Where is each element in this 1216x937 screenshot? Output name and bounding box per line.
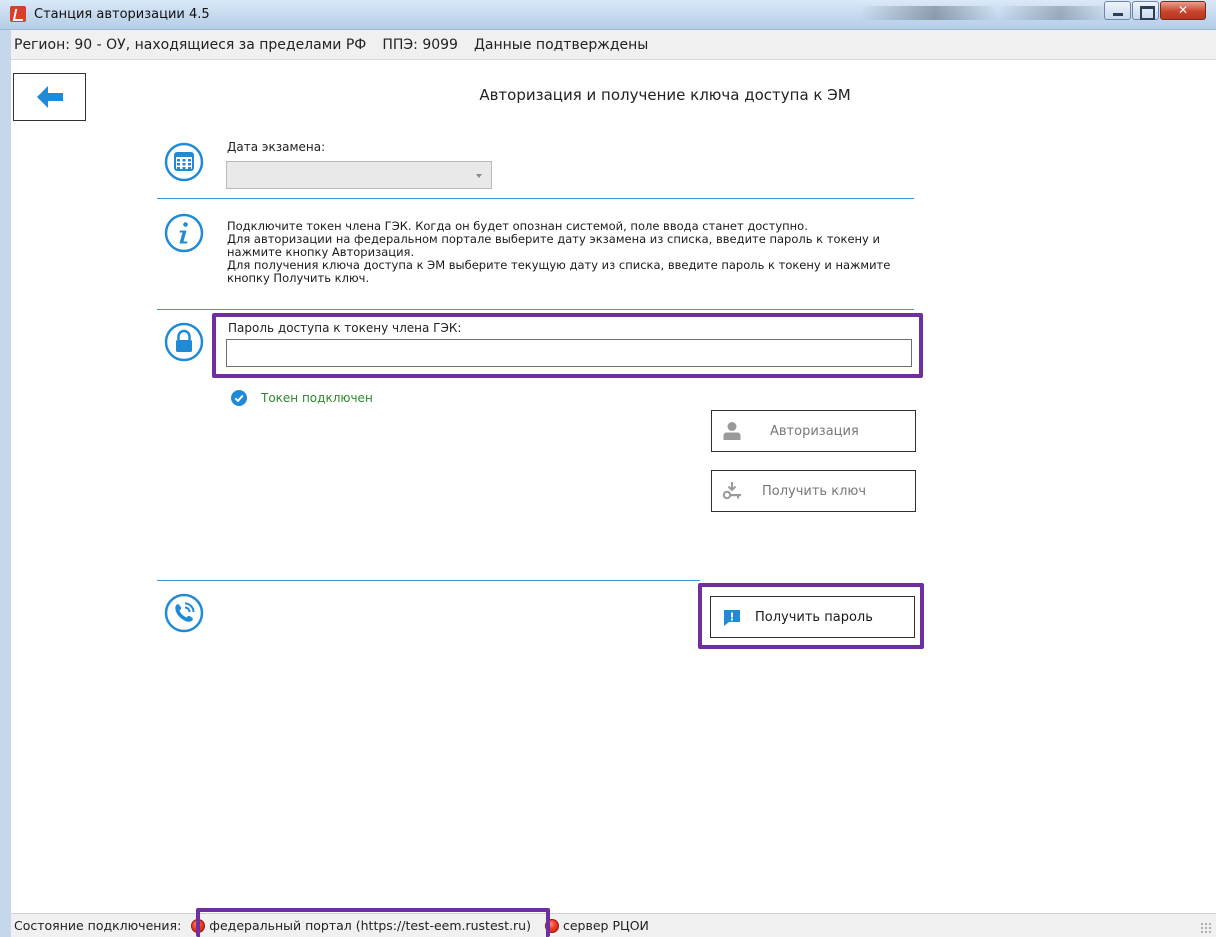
get-key-button[interactable]: Получить ключ (711, 470, 916, 512)
lock-icon (164, 322, 204, 362)
message-alert-icon (724, 610, 740, 626)
resize-grip[interactable] (1200, 922, 1212, 934)
divider (157, 309, 914, 310)
app-logo-icon (10, 6, 26, 22)
get-password-button[interactable]: Получить пароль (710, 596, 915, 638)
authorize-button[interactable]: Авторизация (711, 410, 916, 452)
rcoi-server-text: сервер РЦОИ (562, 918, 649, 933)
rcoi-server-status: сервер РЦОИ (544, 918, 649, 933)
window-title: Станция авторизации 4.5 (34, 6, 210, 22)
close-window-button[interactable] (1160, 1, 1206, 20)
exam-date-label: Дата экзамена: (227, 140, 326, 154)
get-key-button-label: Получить ключ (762, 483, 867, 499)
instructions-text: Подключите токен члена ГЭК. Когда он буд… (227, 220, 917, 285)
info-icon (164, 213, 204, 253)
region-info-bar: Регион: 90 - ОУ, находящиеся за пределам… (11, 30, 1216, 60)
token-status-text: Токен подключен (261, 391, 373, 405)
federal-portal-highlight-frame (196, 908, 550, 937)
page-title: Авторизация и получение ключа доступа к … (479, 86, 851, 104)
user-icon (723, 422, 741, 440)
calendar-icon (164, 142, 204, 182)
key-download-icon (722, 482, 741, 500)
region-text: Регион: 90 - ОУ, находящиеся за пределам… (14, 36, 367, 53)
password-label: Пароль доступа к токену члена ГЭК: (228, 321, 462, 335)
exam-date-select[interactable] (226, 161, 492, 189)
connection-status-label: Состояние подключения: (14, 918, 182, 933)
authorize-button-label: Авторизация (770, 423, 859, 439)
divider (157, 198, 914, 199)
titlebar-decoration (860, 6, 1110, 20)
check-circle-icon (231, 390, 247, 406)
connection-status-bar: Состояние подключения: федеральный порта… (11, 913, 1216, 937)
window-titlebar[interactable]: Станция авторизации 4.5 (0, 0, 1216, 30)
phone-support-icon (164, 593, 204, 633)
instruction-line: кнопку Получить ключ. (227, 271, 370, 285)
password-input[interactable] (226, 339, 912, 367)
token-status: Токен подключен (231, 390, 373, 406)
divider (157, 580, 700, 581)
get-password-button-label: Получить пароль (755, 609, 873, 625)
minimize-button[interactable] (1104, 1, 1131, 20)
ppe-text: ППЭ: 9099 (382, 36, 458, 53)
data-status-text: Данные подтверждены (473, 36, 649, 53)
maximize-button[interactable] (1132, 1, 1159, 20)
